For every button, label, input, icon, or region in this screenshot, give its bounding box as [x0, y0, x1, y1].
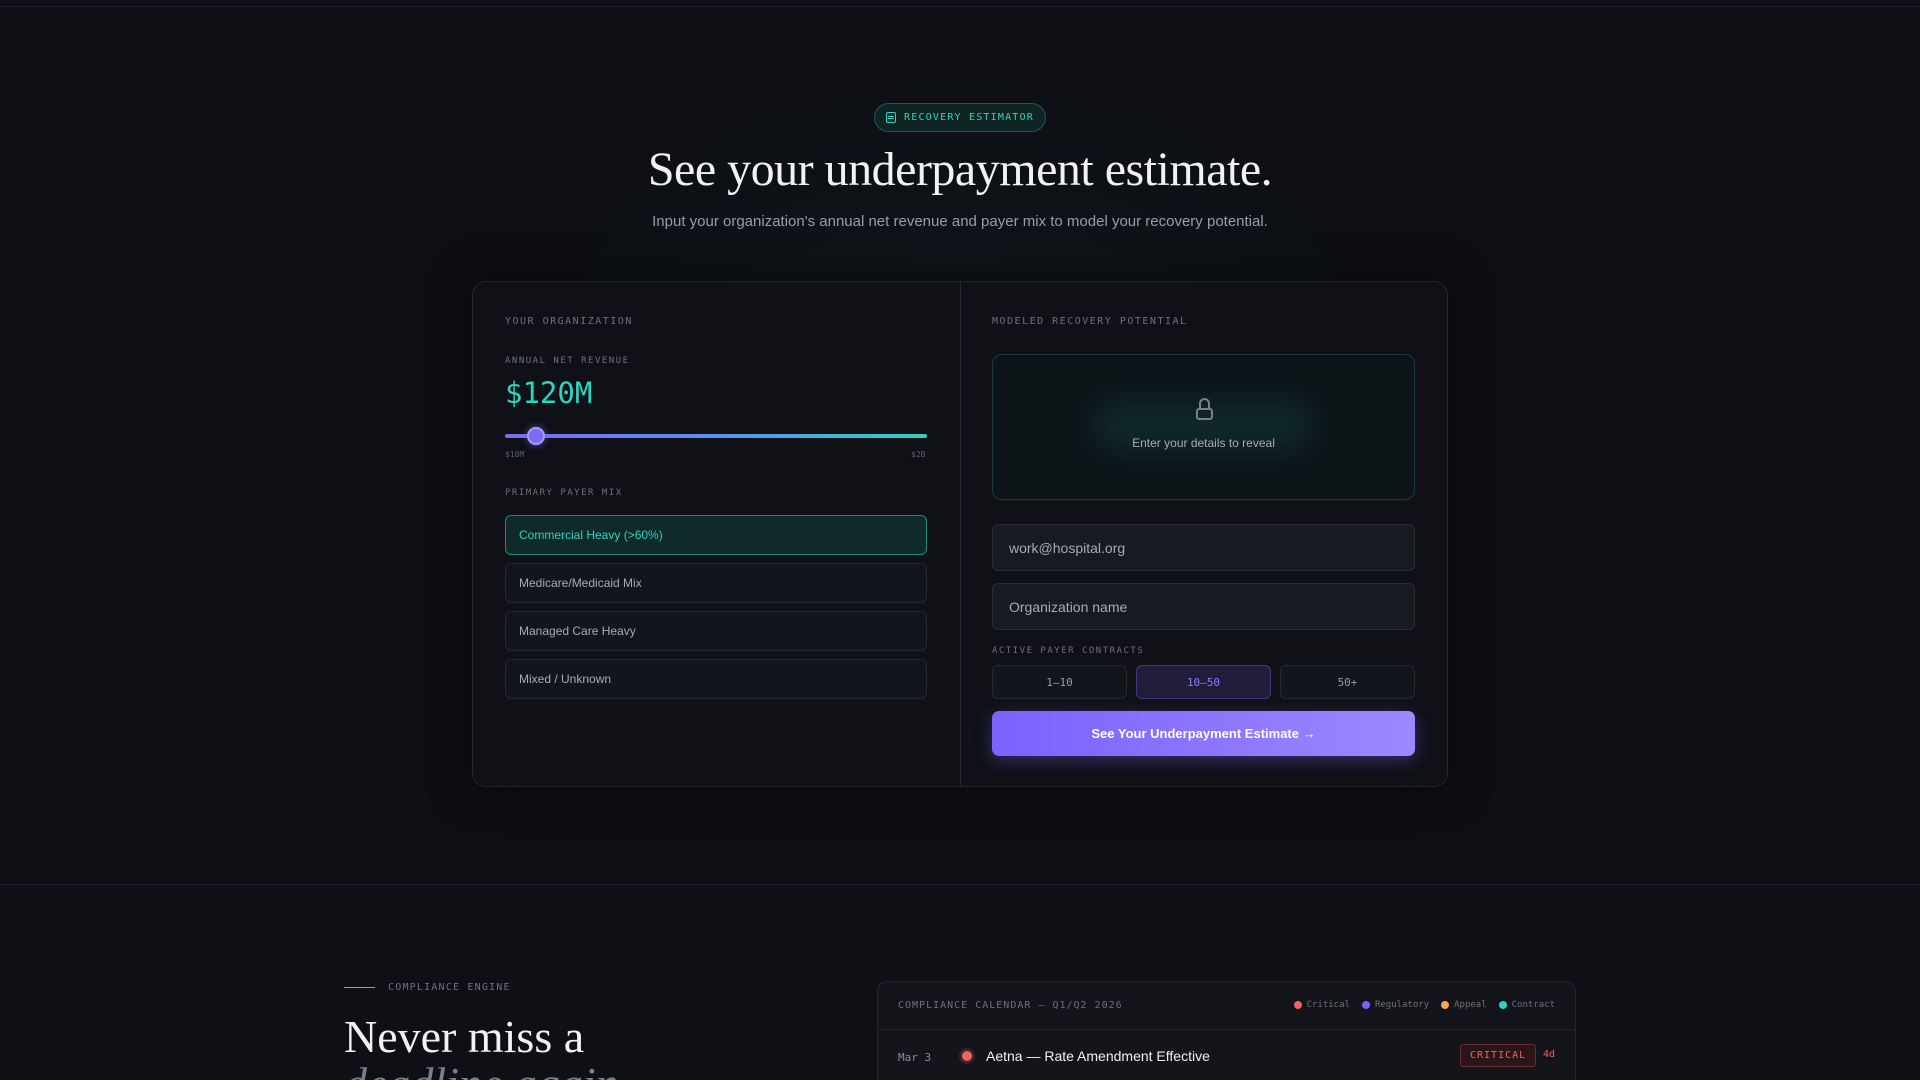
payer-option-managed-care[interactable]: Managed Care Heavy [505, 611, 927, 651]
contracts-option-50-plus[interactable]: 50+ [1280, 665, 1415, 699]
email-field[interactable] [992, 524, 1415, 571]
legend-critical: Critical [1293, 1000, 1350, 1010]
calendar-title: COMPLIANCE CALENDAR — Q1/Q2 2026 [898, 1000, 1123, 1011]
legend-label: Critical [1306, 1000, 1350, 1010]
legend-label: Contract [1511, 1000, 1555, 1010]
payer-option-medicare-medicaid[interactable]: Medicare/Medicaid Mix [505, 563, 927, 603]
legend-regulatory: Regulatory [1361, 1000, 1430, 1010]
regulatory-dot-icon [1361, 1001, 1370, 1009]
calculator-icon [886, 112, 896, 123]
calendar-header: COMPLIANCE CALENDAR — Q1/Q2 2026 Critica… [878, 982, 1575, 1030]
compliance-headline-italic: deadline again. [344, 1057, 630, 1080]
revenue-value: $120M [505, 376, 593, 410]
recovery-panel: MODELED RECOVERY POTENTIAL Enter your de… [960, 282, 1449, 786]
compliance-headline: Never miss a [344, 1011, 585, 1062]
recovery-section-label: MODELED RECOVERY POTENTIAL [992, 316, 1188, 327]
row-date: Mar 3 [898, 1051, 932, 1064]
payer-option-mixed-unknown[interactable]: Mixed / Unknown [505, 659, 927, 699]
contracts-option-1-10[interactable]: 1–10 [992, 665, 1127, 699]
critical-badge: CRITICAL [1460, 1044, 1537, 1067]
payer-option-commercial-heavy[interactable]: Commercial Heavy (>60%) [505, 515, 927, 555]
page-title: See your underpayment estimate. [647, 143, 1273, 196]
revenue-slider-track[interactable] [505, 434, 927, 438]
see-estimate-button[interactable]: See Your Underpayment Estimate → [992, 711, 1415, 756]
legend-label: Regulatory [1374, 1000, 1430, 1010]
legend-label: Appeal [1454, 1000, 1487, 1010]
payer-mix-label: PRIMARY PAYER MIX [505, 488, 623, 498]
contracts-option-10-50[interactable]: 10–50 [1136, 665, 1271, 699]
calendar-row[interactable]: Mar 3 Aetna — Rate Amendment Effective C… [878, 1030, 1575, 1080]
legend-appeal: Appeal [1441, 1000, 1487, 1010]
organization-name-field[interactable] [992, 583, 1415, 630]
compliance-eyebrow: COMPLIANCE ENGINE [388, 982, 511, 993]
compliance-calendar: COMPLIANCE CALENDAR — Q1/Q2 2026 Critica… [877, 981, 1576, 1080]
recovery-estimator-section: RECOVERY ESTIMATOR See your underpayment… [0, 0, 1920, 884]
locked-result-text: Enter your details to reveal [1132, 436, 1275, 450]
calendar-legend: Critical Regulatory Appeal Contract [1293, 1000, 1555, 1010]
critical-dot-icon [962, 1051, 972, 1061]
critical-dot-icon [1293, 1001, 1302, 1009]
locked-result-box: Enter your details to reveal [992, 354, 1415, 500]
org-section-label: YOUR ORGANIZATION [505, 316, 633, 327]
lock-icon [1196, 398, 1213, 420]
legend-contract: Contract [1498, 1000, 1555, 1010]
slider-min-label: $10M [505, 450, 525, 459]
days-remaining: 4d [1543, 1049, 1556, 1060]
badge-label: RECOVERY ESTIMATOR [904, 112, 1034, 123]
appeal-dot-icon [1441, 1001, 1450, 1009]
revenue-slider-thumb[interactable] [527, 427, 545, 445]
revenue-label: ANNUAL NET REVENUE [505, 356, 630, 366]
page-subtitle: Input your organization's annual net rev… [652, 213, 1268, 230]
contracts-label: ACTIVE PAYER CONTRACTS [992, 646, 1145, 656]
slider-max-label: $2B [911, 450, 926, 459]
eyebrow-accent-line [344, 987, 375, 988]
recovery-estimator-badge: RECOVERY ESTIMATOR [874, 103, 1046, 132]
contract-dot-icon [1498, 1001, 1507, 1009]
estimator-card: YOUR ORGANIZATION ANNUAL NET REVENUE $12… [472, 281, 1448, 787]
compliance-section: COMPLIANCE ENGINE Never miss a deadline … [0, 885, 1920, 1080]
row-title: Aetna — Rate Amendment Effective [986, 1048, 1210, 1064]
